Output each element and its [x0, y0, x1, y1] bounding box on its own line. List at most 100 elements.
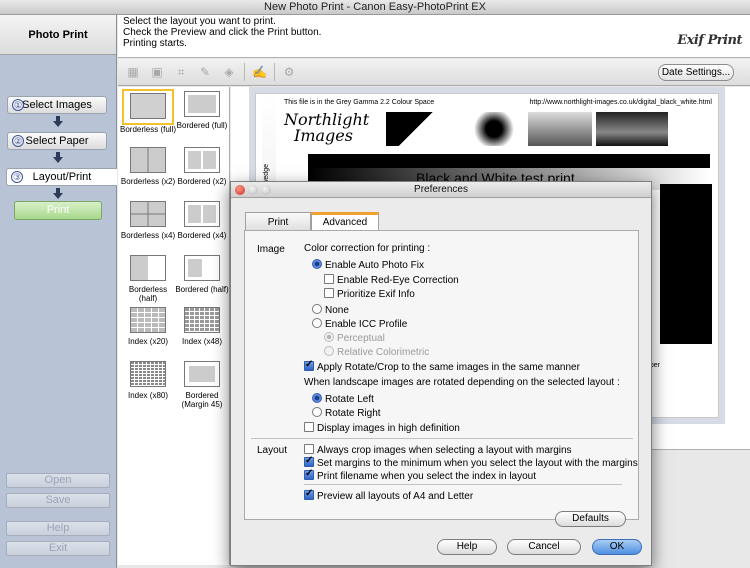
- toolbar-separator: [244, 63, 245, 81]
- test-photo: [386, 112, 456, 146]
- option-label: Always crop images when selecting a layo…: [317, 445, 572, 456]
- crop-icon[interactable]: ⌗: [174, 65, 188, 79]
- color-correction-heading: Color correction for printing :: [304, 243, 431, 254]
- relative-colorimetric-radio[interactable]: Relative Colorimetric: [324, 346, 429, 359]
- apply-rotate-crop-checkbox[interactable]: Apply Rotate/Crop to the same images in …: [304, 359, 580, 374]
- none-radio[interactable]: None: [312, 304, 349, 317]
- logo-line: Images: [294, 126, 353, 145]
- step-label: Select Images: [22, 99, 92, 111]
- help-button[interactable]: Help: [6, 521, 110, 536]
- tab-advanced[interactable]: Advanced: [311, 212, 379, 231]
- toolbar: ▦ ▣ ⌗ ✎ ◈ ✍ ⚙ Date Settings...: [118, 59, 750, 86]
- layout-label: Borderless (x4): [120, 231, 176, 240]
- layout-label: Bordered (x2): [177, 177, 227, 186]
- enable-icc-profile-radio[interactable]: Enable ICC Profile: [312, 318, 407, 331]
- layout-list: Borderless (full) Bordered (full) Border…: [118, 87, 230, 565]
- layout-thumbnail: [130, 361, 166, 387]
- option-label: Preview all layouts of A4 and Letter: [317, 491, 474, 502]
- defaults-button[interactable]: Defaults: [555, 511, 626, 527]
- close-icon[interactable]: [235, 185, 245, 195]
- step-select-images[interactable]: ① Select Images: [7, 96, 107, 114]
- enable-auto-photo-fix-radio[interactable]: Enable Auto Photo Fix: [312, 259, 424, 272]
- layout-label: Index (x48): [181, 337, 223, 346]
- settings-icon[interactable]: ⚙: [282, 65, 296, 79]
- prioritize-exif-checkbox[interactable]: Prioritize Exif Info: [324, 288, 415, 301]
- checkbox-icon: [324, 288, 334, 298]
- help-button[interactable]: Help: [437, 539, 497, 555]
- set-margins-checkbox[interactable]: Set margins to the minimum when you sele…: [304, 455, 638, 470]
- down-arrow-icon: [53, 152, 63, 163]
- landscape-heading: When landscape images are rotated depend…: [304, 377, 620, 388]
- layout-bordered-x2[interactable]: Bordered (x2): [174, 145, 230, 186]
- rotate-left-radio[interactable]: Rotate Left: [312, 393, 374, 406]
- layout-borderless-x2[interactable]: Borderless (x2): [120, 145, 176, 186]
- resolution-wedges: [660, 184, 712, 344]
- always-crop-checkbox[interactable]: Always crop images when selecting a layo…: [304, 444, 572, 457]
- black-bar: [308, 154, 710, 168]
- layout-bordered-half[interactable]: Bordered (half): [174, 253, 230, 294]
- layout-index-x80[interactable]: Index (x80): [120, 359, 176, 400]
- radio-selected-icon: [312, 393, 322, 403]
- preview-url-text: http://www.northlight-images.co.uk/digit…: [529, 99, 712, 106]
- checkbox-checked-icon: [304, 488, 314, 500]
- exif-print-logo: Exif Print: [677, 33, 742, 48]
- step-layout-print[interactable]: ③ Layout/Print: [6, 168, 117, 186]
- option-label: Display images in high definition: [317, 423, 460, 434]
- left-sidebar: Photo Print ① Select Images ② Select Pap…: [0, 15, 117, 568]
- step-number-icon: ①: [12, 99, 24, 111]
- exit-button[interactable]: Exit: [6, 541, 110, 556]
- edit-icon[interactable]: ✍: [252, 65, 267, 79]
- layout-bordered-margin-45[interactable]: Bordered (Margin 45): [174, 359, 230, 409]
- option-label: Enable Red-Eye Correction: [337, 275, 459, 286]
- layout-2-icon[interactable]: ▣: [150, 65, 164, 79]
- layout-index-x48[interactable]: Index (x48): [174, 305, 230, 346]
- preferences-dialog: Preferences Print Advanced Image Color c…: [230, 181, 652, 566]
- layout-icon[interactable]: ▦: [126, 65, 140, 79]
- layout-label: Bordered (full): [176, 121, 228, 130]
- layout-label: Bordered (half): [175, 285, 229, 294]
- option-label: Print filename when you select the index…: [317, 471, 537, 482]
- print-button[interactable]: Print: [14, 201, 102, 220]
- display-hd-checkbox[interactable]: Display images in high definition: [304, 422, 460, 435]
- radio-disabled-icon: [324, 346, 334, 356]
- date-settings-button[interactable]: Date Settings...: [658, 64, 734, 81]
- step-label: Layout/Print: [32, 171, 92, 183]
- radio-icon: [312, 304, 322, 314]
- layout-label: Borderless (half): [128, 285, 168, 303]
- layout-borderless-full[interactable]: Borderless (full): [120, 89, 176, 134]
- option-label: Rotate Right: [325, 408, 381, 419]
- instruction-line: Printing starts.: [123, 38, 187, 49]
- cancel-button[interactable]: Cancel: [507, 539, 581, 555]
- instructions-text: Select the layout you want to print. Che…: [123, 16, 321, 49]
- layout-borderless-x4[interactable]: Borderless (x4): [120, 199, 176, 240]
- layout-bordered-full[interactable]: Bordered (full): [174, 89, 230, 130]
- layout-label: Index (x80): [127, 391, 169, 400]
- preview-all-layouts-checkbox[interactable]: Preview all layouts of A4 and Letter: [304, 488, 474, 503]
- layout-index-x20[interactable]: Index (x20): [120, 305, 176, 346]
- zoom-icon[interactable]: [261, 185, 271, 195]
- save-button[interactable]: Save: [6, 493, 110, 508]
- layout-label: Borderless (x2): [120, 177, 176, 186]
- print-filename-checkbox[interactable]: Print filename when you select the index…: [304, 468, 537, 483]
- step-number-icon: ③: [11, 171, 23, 183]
- layout-bordered-x4[interactable]: Bordered (x4): [174, 199, 230, 240]
- open-button[interactable]: Open: [6, 473, 110, 488]
- minimize-icon[interactable]: [248, 185, 258, 195]
- radio-icon: [312, 318, 322, 328]
- perceptual-radio[interactable]: Perceptual: [324, 332, 385, 345]
- layout-borderless-half[interactable]: Borderless (half): [120, 253, 176, 303]
- option-label: Enable Auto Photo Fix: [325, 260, 424, 271]
- enable-red-eye-checkbox[interactable]: Enable Red-Eye Correction: [324, 274, 459, 287]
- step-select-paper[interactable]: ② Select Paper: [7, 132, 107, 150]
- tab-print[interactable]: Print: [245, 212, 311, 231]
- dialog-title-bar: Preferences: [231, 182, 651, 198]
- layout-label: Bordered (x4): [177, 231, 227, 240]
- ok-button[interactable]: OK: [592, 539, 642, 555]
- tools-icon[interactable]: ✎: [198, 65, 212, 79]
- rotate-right-radio[interactable]: Rotate Right: [312, 407, 381, 420]
- eraser-icon[interactable]: ◈: [222, 65, 236, 79]
- option-label: None: [325, 305, 349, 316]
- checkbox-icon: [304, 444, 314, 454]
- step-number-icon: ②: [12, 135, 24, 147]
- test-photo: [462, 112, 526, 146]
